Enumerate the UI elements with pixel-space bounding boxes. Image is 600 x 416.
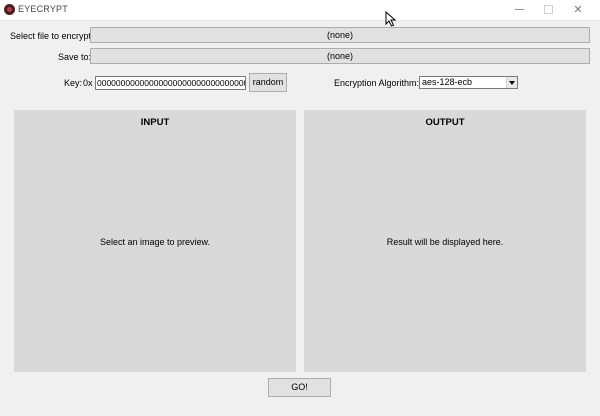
- select-file-button[interactable]: (none): [90, 27, 590, 43]
- app-window: EYECRYPT ✕ Select file to encrypt: (none…: [0, 0, 600, 416]
- output-preview-placeholder: Result will be displayed here.: [386, 237, 504, 247]
- input-panel-title: INPUT: [140, 117, 170, 128]
- minimize-button[interactable]: [506, 0, 532, 20]
- maximize-button[interactable]: [535, 0, 561, 20]
- close-icon: ✕: [573, 4, 583, 16]
- close-button[interactable]: ✕: [565, 0, 591, 20]
- random-key-button[interactable]: random: [249, 73, 287, 92]
- algorithm-label: Encryption Algorithm:: [334, 78, 420, 88]
- mouse-cursor-icon: [385, 11, 397, 27]
- maximize-icon: [543, 4, 553, 14]
- app-logo-icon: [4, 4, 15, 15]
- go-button[interactable]: GO!: [268, 378, 331, 397]
- select-file-label: Select file to encrypt:: [10, 31, 94, 41]
- key-label: Key:: [64, 78, 83, 88]
- window-title: EYECRYPT: [18, 4, 68, 14]
- minimize-icon: [514, 8, 524, 10]
- title-bar[interactable]: EYECRYPT ✕: [0, 0, 600, 21]
- key-prefix: 0x: [83, 78, 93, 88]
- key-input[interactable]: 00000000000000000000000000000000: [95, 76, 246, 90]
- input-panel: INPUT Select an image to preview.: [14, 110, 296, 372]
- input-preview-placeholder: Select an image to preview.: [99, 237, 211, 247]
- save-to-label: Save to:: [58, 52, 92, 62]
- output-panel-title: OUTPUT: [425, 117, 465, 128]
- output-panel: OUTPUT Result will be displayed here.: [304, 110, 586, 372]
- chevron-down-icon[interactable]: [506, 77, 517, 88]
- save-to-button[interactable]: (none): [90, 48, 590, 64]
- algorithm-select[interactable]: aes-128-ecb: [419, 76, 518, 89]
- algorithm-selected-value: aes-128-ecb: [422, 77, 473, 87]
